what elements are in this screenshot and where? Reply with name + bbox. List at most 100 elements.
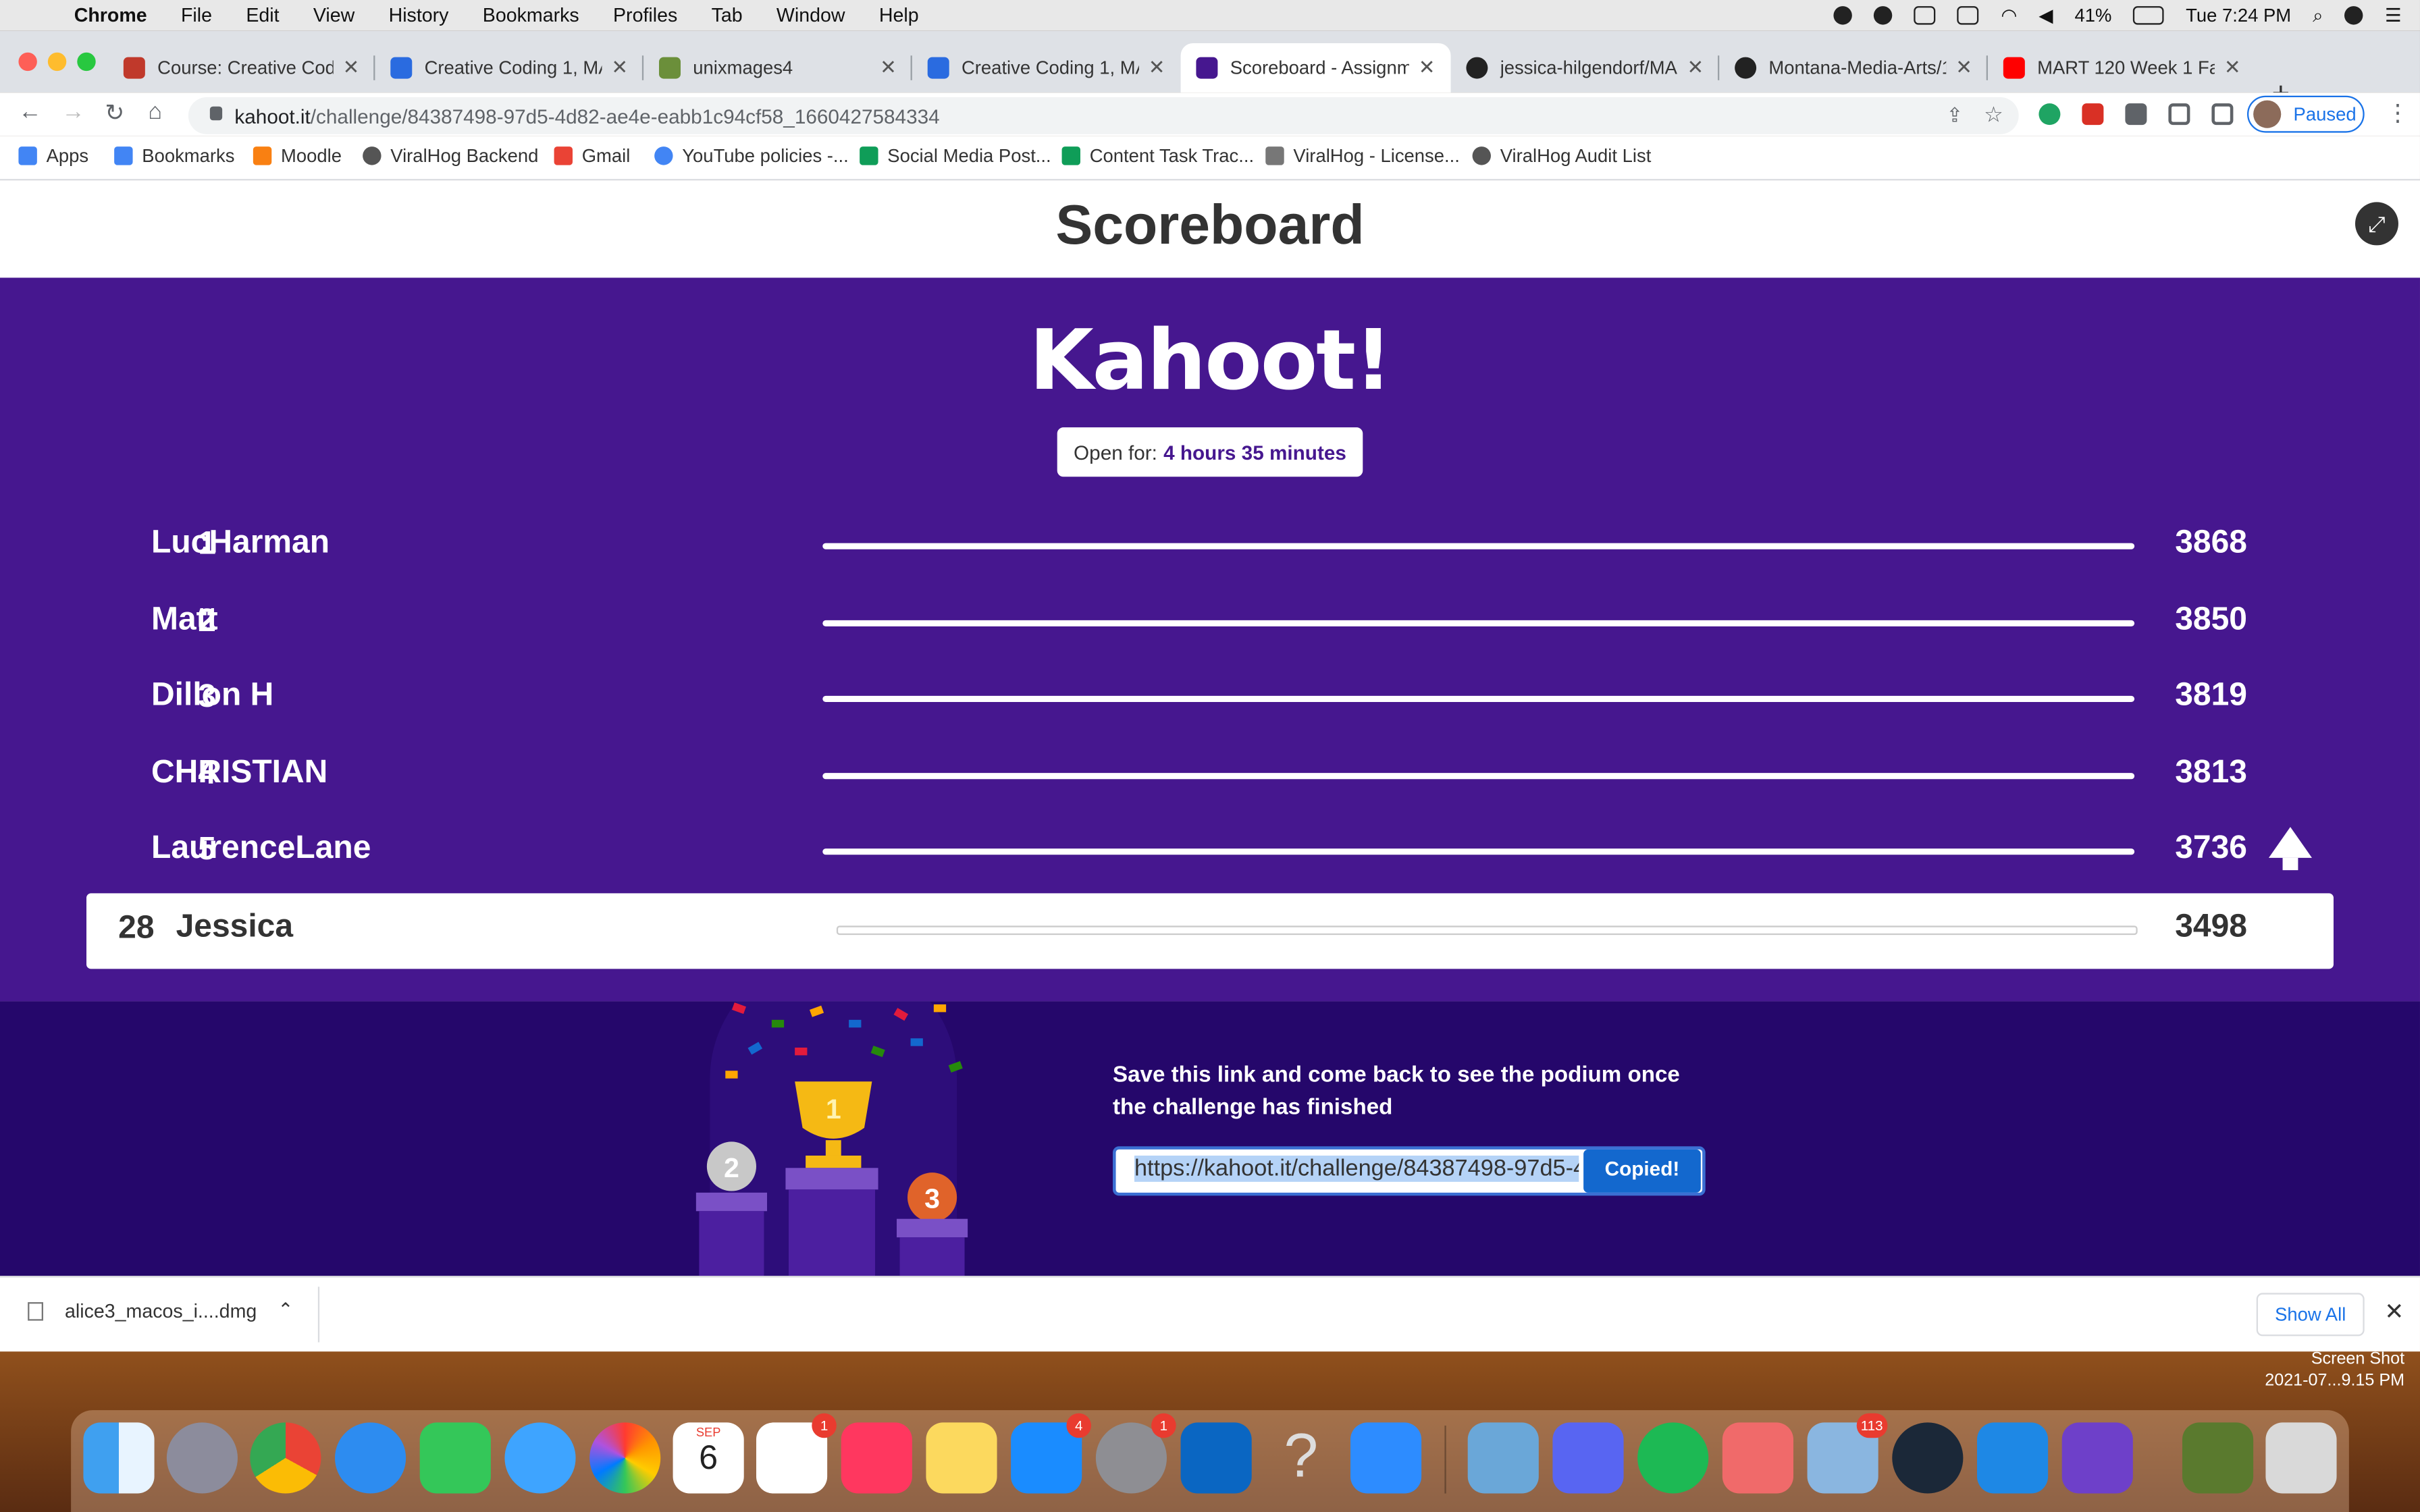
close-tab-icon[interactable]: ✕ xyxy=(343,55,360,80)
bookmark-viralhog-license[interactable]: ViralHog - License... xyxy=(1265,145,1460,167)
fullscreen-icon[interactable]: ⤢ xyxy=(2355,202,2398,246)
back-icon[interactable]: ← xyxy=(18,99,41,125)
spotify-icon[interactable] xyxy=(1637,1422,1709,1494)
battery-icon[interactable] xyxy=(2133,6,2165,25)
volume-icon[interactable]: ◀ xyxy=(2038,5,2053,26)
sunflower-image-icon[interactable] xyxy=(2182,1422,2254,1494)
desktop-file-label[interactable]: Screen Shot 2021-07...9.15 PM xyxy=(2251,1349,2404,1392)
tab-course-creative-coding[interactable]: Course: Creative Coding ✕ xyxy=(108,43,375,92)
finder-icon[interactable] xyxy=(83,1422,155,1494)
news-icon[interactable] xyxy=(841,1422,912,1494)
menu-tab[interactable]: Tab xyxy=(712,5,743,26)
close-tab-icon[interactable]: ✕ xyxy=(1687,55,1704,80)
bookmark-gmail[interactable]: Gmail xyxy=(554,145,630,167)
share-link-text[interactable]: https://kahoot.it/challenge/84387498-97d… xyxy=(1134,1155,1579,1182)
chrome-menu-icon[interactable]: ⋮ xyxy=(2386,99,2409,127)
zoom-icon[interactable] xyxy=(1350,1422,1422,1494)
bookmark-bookmarks[interactable]: Bookmarks xyxy=(114,145,234,167)
menu-view[interactable]: View xyxy=(313,5,354,26)
bookmark-apps[interactable]: Apps xyxy=(18,145,88,167)
tab-creative-coding-1[interactable]: Creative Coding 1, MART ✕ xyxy=(375,43,644,92)
tab-youtube-mart120[interactable]: MART 120 Week 1 Fall 2 ✕ xyxy=(1988,43,2257,92)
close-tab-icon[interactable]: ✕ xyxy=(1149,55,1165,80)
menu-file[interactable]: File xyxy=(181,5,212,26)
menu-window[interactable]: Window xyxy=(777,5,845,26)
spotlight-search-icon[interactable]: ⌕ xyxy=(2313,4,2323,27)
close-tab-icon[interactable]: ✕ xyxy=(880,55,897,80)
show-all-button[interactable]: Show All xyxy=(2256,1293,2365,1336)
close-tab-icon[interactable]: ✕ xyxy=(1419,55,1436,80)
photos-icon[interactable] xyxy=(589,1422,661,1494)
siri-icon[interactable] xyxy=(2344,6,2363,25)
unknown-app-icon[interactable]: ? xyxy=(1265,1422,1336,1493)
forward-icon[interactable]: → xyxy=(61,99,84,125)
creative-cloud-icon[interactable] xyxy=(1834,6,1853,25)
url-text[interactable]: kahoot.it/challenge/84387498-97d5-4d82-a… xyxy=(234,105,939,128)
app-store-icon[interactable]: 4 xyxy=(1011,1413,1091,1494)
notes-icon[interactable] xyxy=(926,1422,997,1494)
grammarly-extension-icon[interactable] xyxy=(2038,103,2061,126)
tab-unixmages4[interactable]: unixmages4 ✕ xyxy=(643,43,912,92)
scroll-up-arrow-icon[interactable] xyxy=(2268,827,2312,871)
safari-icon[interactable] xyxy=(334,1422,406,1494)
onedrive-icon[interactable] xyxy=(1180,1422,1252,1494)
bookmark-youtube-policies[interactable]: YouTube policies -... xyxy=(654,145,849,167)
bookmark-viralhog-backend[interactable]: ViralHog Backend xyxy=(363,145,538,167)
share-icon[interactable]: ⇪ xyxy=(1946,103,1963,128)
github-desktop-icon[interactable] xyxy=(2061,1422,2133,1494)
bookmark-viralhog-audit[interactable]: ViralHog Audit List xyxy=(1472,145,1651,167)
bookmark-content-task-tracker[interactable]: Content Task Trac... xyxy=(1061,145,1254,167)
steam-icon[interactable] xyxy=(1892,1422,1964,1494)
clock[interactable]: Tue 7:24 PM xyxy=(2186,5,2291,26)
preview-icon[interactable] xyxy=(1467,1422,1539,1494)
shield-icon[interactable] xyxy=(1874,6,1893,25)
mail-icon[interactable]: 113 xyxy=(1807,1413,1888,1494)
download-item[interactable]: alice3_macos_i....dmg xyxy=(28,1301,257,1322)
messages-icon[interactable] xyxy=(504,1422,576,1494)
system-preferences-icon[interactable]: 1 xyxy=(1095,1413,1176,1494)
tab-scoreboard[interactable]: Scoreboard - Assignme ✕ xyxy=(1180,43,1451,93)
airplay-icon[interactable] xyxy=(1914,6,1937,25)
menu-app-chrome[interactable]: Chrome xyxy=(74,5,147,26)
game-app-icon[interactable] xyxy=(1722,1422,1793,1494)
chrome-icon[interactable] xyxy=(250,1422,321,1494)
chevron-up-icon[interactable]: ⌃ xyxy=(278,1299,293,1321)
close-download-bar-icon[interactable]: ✕ xyxy=(2384,1297,2404,1326)
minimize-window-button[interactable] xyxy=(47,52,67,72)
wifi-icon[interactable]: ◠ xyxy=(2001,5,2017,26)
reload-icon[interactable]: ↻ xyxy=(105,99,124,127)
profile-button[interactable]: Paused xyxy=(2246,95,2365,133)
control-center-icon[interactable]: ☰ xyxy=(2385,5,2402,26)
tab-creative-coding-1-b[interactable]: Creative Coding 1, MART ✕ xyxy=(912,43,1181,92)
calendar-icon[interactable]: SEP 6 xyxy=(673,1422,744,1494)
menu-history[interactable]: History xyxy=(389,5,449,26)
menu-edit[interactable]: Edit xyxy=(246,5,279,26)
bookmark-social-media-post[interactable]: Social Media Post... xyxy=(860,145,1051,167)
tab-github-jessica[interactable]: jessica-hilgendorf/MAR ✕ xyxy=(1451,43,1720,92)
bookmark-moodle[interactable]: Moodle xyxy=(253,145,342,167)
lock-icon[interactable] xyxy=(209,106,223,121)
reading-list-icon[interactable] xyxy=(2168,103,2190,126)
copy-link-button[interactable]: Copied! xyxy=(1583,1149,1701,1193)
close-window-button[interactable] xyxy=(18,52,37,72)
facetime-icon[interactable] xyxy=(419,1422,491,1494)
close-tab-icon[interactable]: ✕ xyxy=(1955,55,1972,80)
close-tab-icon[interactable]: ✕ xyxy=(611,55,628,80)
calendar-menu-icon[interactable] xyxy=(1957,6,1980,25)
menu-bookmarks[interactable]: Bookmarks xyxy=(483,5,579,26)
tab-github-montana[interactable]: Montana-Media-Arts/12 ✕ xyxy=(1719,43,1988,92)
reminders-icon[interactable]: 1 xyxy=(756,1413,837,1494)
trash-icon[interactable] xyxy=(2265,1422,2337,1494)
home-icon[interactable]: ⌂ xyxy=(148,99,162,125)
launchpad-icon[interactable] xyxy=(166,1422,238,1494)
menu-profiles[interactable]: Profiles xyxy=(613,5,677,26)
discord-icon[interactable] xyxy=(1552,1422,1624,1494)
menu-help[interactable]: Help xyxy=(879,5,919,26)
extensions-puzzle-icon[interactable] xyxy=(2125,103,2147,126)
bookmark-star-icon[interactable]: ☆ xyxy=(1984,102,2003,128)
side-panel-icon[interactable] xyxy=(2211,103,2234,126)
address-bar[interactable]: kahoot.it/challenge/84387498-97d5-4d82-a… xyxy=(188,97,2019,134)
close-tab-icon[interactable]: ✕ xyxy=(2224,55,2241,80)
zoom-window-button[interactable] xyxy=(77,52,96,72)
acrobat-extension-icon[interactable] xyxy=(2082,103,2104,126)
